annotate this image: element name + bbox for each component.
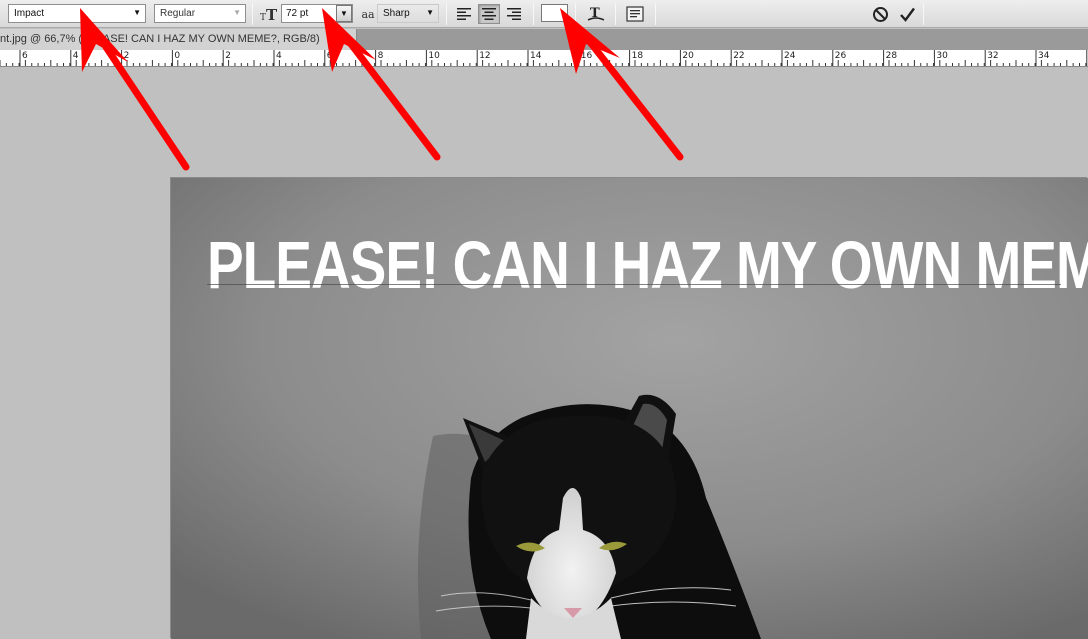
font-size-value: 72 pt [286,8,309,19]
antialias-dropdown[interactable]: Sharp ▼ [377,4,439,23]
photoshop-window: Impact ▼ Regular ▼ T T 72 pt ▼ aa Sharp … [0,0,1088,639]
ruler-label: 4 [73,51,79,61]
align-right-icon [507,8,521,20]
svg-text:T: T [266,6,278,22]
font-family-dropdown[interactable]: Impact ▼ [8,4,146,23]
chevron-down-icon: ▼ [133,8,141,17]
divider [252,3,253,25]
align-center-button[interactable] [478,4,500,24]
document-tab[interactable]: nt.jpg @ 66,7% (PLEASE! CAN I HAZ MY OWN… [0,29,357,50]
ruler-label: 12 [479,51,490,61]
align-center-icon [482,8,496,20]
ruler-label: 0 [174,51,180,61]
type-options-bar: Impact ▼ Regular ▼ T T 72 pt ▼ aa Sharp … [0,0,1088,28]
font-style-value: Regular [160,8,196,19]
ruler-label: 6 [22,51,28,61]
ruler-label: 14 [530,51,542,61]
checkmark-icon [899,7,915,22]
align-left-icon [457,8,471,20]
divider [446,3,447,25]
document-canvas[interactable]: PLEASE! CAN I HAZ MY OWN MEME? [171,178,1088,639]
chevron-down-icon: ▼ [426,8,434,17]
ruler-label: 2 [225,51,231,61]
ruler-label: 34 [1038,51,1050,61]
cancel-icon [872,6,888,22]
text-color-swatch[interactable] [541,4,568,22]
divider [533,3,534,25]
ruler-label: 18 [632,51,644,61]
warp-text-icon: T [587,6,605,21]
ruler-label: 30 [936,51,948,61]
antialias-icon-label: aa [361,7,375,21]
divider [615,3,616,25]
commit-edits-button[interactable] [896,5,918,23]
document-tab-bar: nt.jpg @ 66,7% (PLEASE! CAN I HAZ MY OWN… [0,29,1088,50]
meme-text-layer[interactable]: PLEASE! CAN I HAZ MY OWN MEME? [207,226,1088,304]
ruler-label: 2 [124,51,130,61]
warp-text-button[interactable]: T [585,5,607,23]
ruler-label: 32 [987,51,998,61]
ruler-label: 24 [784,51,796,61]
font-size-icon: T T [259,5,279,23]
font-size-dropdown-button[interactable]: ▼ [336,5,352,22]
ruler-label: 8 [378,51,384,61]
font-style-dropdown[interactable]: Regular ▼ [154,4,246,23]
ruler-label: 6 [327,51,333,61]
ruler-label: 28 [886,51,898,61]
cancel-edits-button[interactable] [869,5,891,23]
horizontal-ruler[interactable]: 642024681012141618202224262830323436 [0,50,1088,67]
character-paragraph-panels-button[interactable] [624,5,646,23]
ruler-label: 26 [835,51,847,61]
ruler-ticks: 642024681012141618202224262830323436 [0,50,1088,66]
font-family-value: Impact [14,8,45,19]
ruler-label: 20 [682,51,694,61]
panels-icon [626,6,644,22]
align-right-button[interactable] [503,4,525,24]
ruler-label: 4 [276,51,282,61]
antialias-icon: aa [359,5,377,23]
divider [575,3,576,25]
divider [923,3,924,25]
text-baseline [207,284,1061,285]
align-left-button[interactable] [453,4,475,24]
document-tab-title: nt.jpg @ 66,7% (PLEASE! CAN I HAZ MY OWN… [0,33,320,45]
ruler-label: 10 [428,51,440,61]
ruler-label: 16 [581,51,593,61]
chevron-down-icon: ▼ [233,8,241,17]
antialias-value: Sharp [383,8,410,19]
divider [655,3,656,25]
ruler-label: 22 [733,51,744,61]
